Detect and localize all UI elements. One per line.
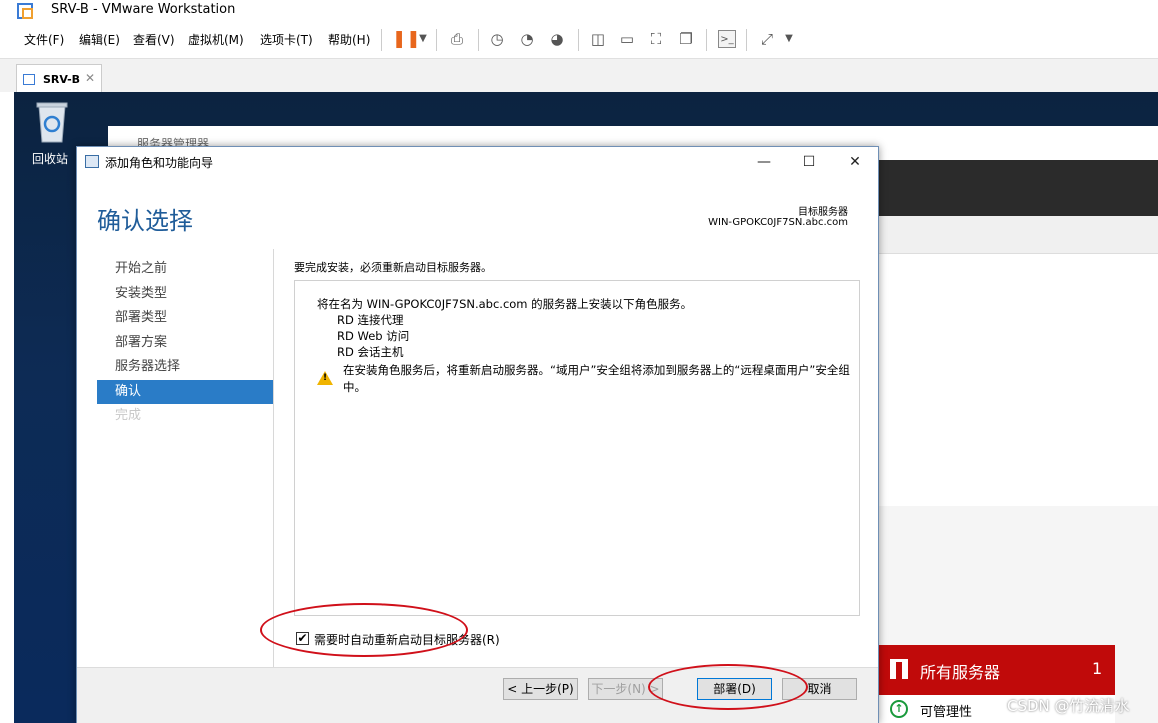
toolbar-separator	[578, 29, 579, 51]
guest-desktop: 回收站 服务器管理器 所有服务器 1 ↑ 可管理性 添加角色和功能向导 — ☐ …	[14, 92, 1158, 723]
console-view-icon[interactable]: >_	[718, 30, 736, 48]
toolbar-separator	[436, 29, 437, 51]
nav-item-before-you-begin[interactable]: 开始之前	[97, 257, 273, 282]
full-screen-icon[interactable]: ⛶	[647, 30, 665, 48]
menu-help[interactable]: 帮助(H)	[328, 31, 370, 48]
menu-file[interactable]: 文件(F)	[24, 31, 64, 48]
toolbar-separator	[746, 29, 747, 51]
send-ctrl-alt-del-icon[interactable]: ⎙	[448, 30, 466, 48]
target-server-label: 目标服务器	[798, 207, 848, 218]
manageability-label: 可管理性	[920, 705, 973, 720]
vm-tab-label: SRV-B	[43, 73, 81, 86]
nav-item-confirmation[interactable]: 确认	[97, 379, 273, 404]
warning-text: 在安装角色服务后，将重新启动服务器。“域用户”安全组将添加到服务器上的“远程桌面…	[343, 363, 850, 394]
toolbar-separator	[381, 29, 382, 51]
page-title: 确认选择	[97, 207, 193, 235]
vm-tab-srv-b[interactable]: SRV-B ✕	[16, 64, 102, 94]
thumbnail-bar-icon[interactable]: ▭	[618, 30, 636, 48]
pause-dropdown-icon[interactable]: ▼	[414, 30, 432, 48]
recycle-bin-icon[interactable]	[33, 100, 71, 144]
menu-vm[interactable]: 虚拟机(M)	[188, 31, 244, 48]
menu-view[interactable]: 查看(V)	[133, 31, 175, 48]
window-title: SRV-B - VMware Workstation	[51, 2, 236, 17]
wizard-app-icon	[85, 155, 99, 168]
warning-icon	[317, 371, 333, 385]
snapshot-take-icon[interactable]: ◷	[488, 30, 506, 48]
toolbar-separator	[706, 29, 707, 51]
all-servers-count: 1	[1092, 659, 1103, 678]
toolbar-separator	[478, 29, 479, 51]
vmware-logo-icon	[17, 3, 33, 19]
close-button[interactable]: ✕	[841, 151, 869, 173]
vmware-tabbar: SRV-B ✕	[0, 58, 1158, 94]
nav-item-installation-type[interactable]: 安装类型	[97, 282, 273, 307]
nav-item-server-selection[interactable]: 服务器选择	[97, 355, 273, 380]
confirmation-details-box: 将在名为 WIN-GPOKC0JF7SN.abc.com 的服务器上安装以下角色…	[294, 280, 860, 616]
annotation-ellipse-deploy	[648, 664, 808, 710]
show-library-icon[interactable]: ◫	[589, 30, 607, 48]
target-server-name: WIN-GPOKC0JF7SN.abc.com	[708, 217, 848, 228]
wizard-title: 添加角色和功能向导	[105, 156, 214, 170]
status-ok-icon: ↑	[890, 700, 908, 718]
snapshot-manager-icon[interactable]: ◕	[548, 30, 566, 48]
wizard-titlebar: 添加角色和功能向导 — ☐ ✕	[77, 147, 878, 177]
stretch-dropdown-icon[interactable]: ▼	[780, 30, 798, 48]
back-button[interactable]: < 上一步(P)	[503, 678, 578, 700]
vm-running-icon	[23, 74, 35, 85]
stretch-guest-icon[interactable]: ⤢	[758, 30, 776, 48]
nav-divider	[273, 249, 274, 667]
snapshot-revert-icon[interactable]: ◔	[518, 30, 536, 48]
watermark: CSDN @竹流清水	[1007, 697, 1130, 715]
pause-icon[interactable]: ❚❚	[392, 30, 421, 48]
vmware-titlebar: SRV-B - VMware Workstation	[0, 0, 1158, 22]
role-item: RD 会话主机	[337, 345, 404, 359]
vmware-menubar: 文件(F) 编辑(E) 查看(V) 虚拟机(M) 选项卡(T) 帮助(H) ❚❚…	[0, 22, 1158, 56]
nav-item-results: 完成	[115, 408, 142, 423]
role-item: RD 连接代理	[337, 313, 404, 327]
all-servers-tile[interactable]: 所有服务器 1	[878, 645, 1115, 695]
restart-required-note: 要完成安装，必须重新启动目标服务器。	[294, 261, 492, 274]
install-summary: 将在名为 WIN-GPOKC0JF7SN.abc.com 的服务器上安装以下角色…	[317, 297, 693, 311]
all-servers-label: 所有服务器	[920, 663, 1001, 682]
add-roles-wizard-dialog: 添加角色和功能向导 — ☐ ✕ 确认选择 目标服务器 WIN-GPOKC0JF7…	[76, 146, 879, 723]
menu-tabs[interactable]: 选项卡(T)	[260, 31, 313, 48]
annotation-ellipse-checkbox	[260, 603, 468, 657]
role-item: RD Web 访问	[337, 329, 410, 343]
servers-icon	[890, 659, 908, 679]
recycle-bin-label: 回收站	[32, 152, 69, 166]
nav-item-deployment-type[interactable]: 部署类型	[97, 306, 273, 331]
menu-edit[interactable]: 编辑(E)	[79, 31, 120, 48]
maximize-button[interactable]: ☐	[795, 151, 823, 173]
tab-close-icon[interactable]: ✕	[85, 71, 95, 85]
wizard-nav: 开始之前 安装类型 部署类型 部署方案 服务器选择 确认 完成	[97, 257, 273, 429]
nav-item-deployment-scenario[interactable]: 部署方案	[97, 331, 273, 356]
unity-icon[interactable]: ❐	[677, 30, 695, 48]
minimize-button[interactable]: —	[750, 151, 778, 173]
